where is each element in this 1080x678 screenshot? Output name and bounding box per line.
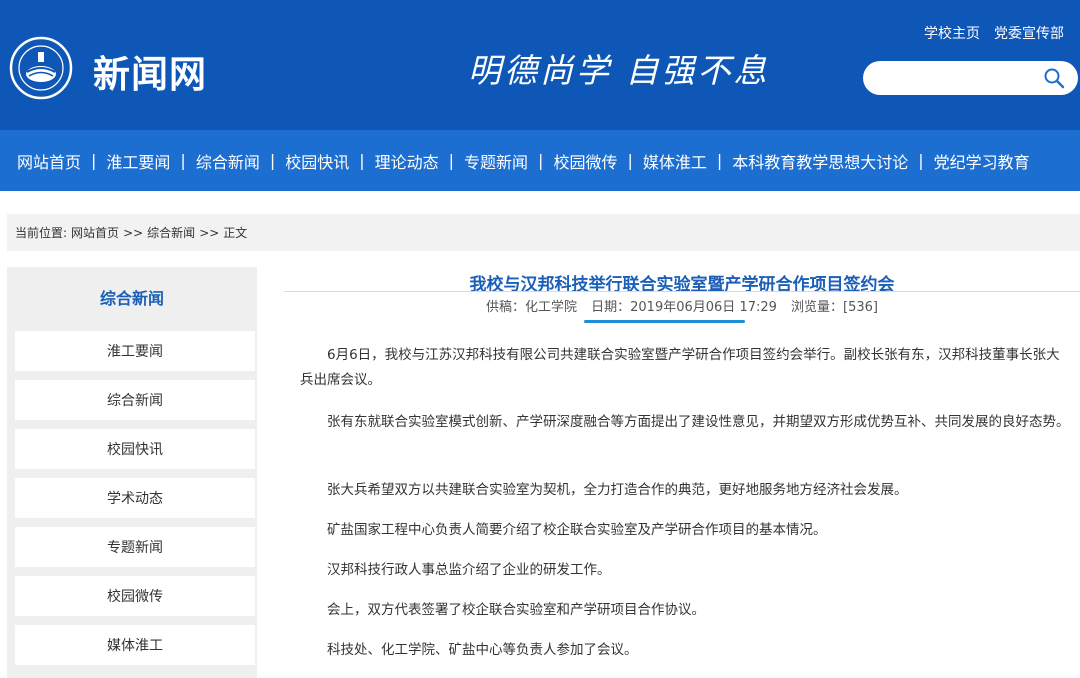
sidebar: 综合新闻 淮工要闻 综合新闻 校园快讯 学术动态 专题新闻 校园微传 媒体淮工 <box>7 267 257 678</box>
nav-item-theory[interactable]: 理论动态 <box>375 149 439 173</box>
nav-separator: | <box>91 151 97 170</box>
nav-item-undergrad-discussion[interactable]: 本科教育教学思想大讨论 <box>732 149 908 173</box>
nav-separator: | <box>627 151 633 170</box>
nav-item-special[interactable]: 专题新闻 <box>464 149 528 173</box>
nav-item-media[interactable]: 媒体淮工 <box>643 149 707 173</box>
site-header: 新闻网 明德尚学 自强不息 学校主页 党委宣传部 <box>0 0 1080 130</box>
search-box <box>863 61 1078 95</box>
nav-item-campus-micro[interactable]: 校园微传 <box>553 149 617 173</box>
article-paragraph: 会上，双方代表签署了校企联合实验室和产学研项目合作协议。 <box>327 602 705 618</box>
nav-item-party-discipline[interactable]: 党纪学习教育 <box>934 149 1030 173</box>
breadcrumb-prefix: 当前位置: <box>15 226 68 240</box>
date-highlight-underline <box>584 320 745 323</box>
university-emblem-icon[interactable] <box>9 36 73 100</box>
article-paragraph: 张有东就联合实验室模式创新、产学研深度融合等方面提出了建设性意见，并期望双方形成… <box>327 414 1070 430</box>
sidebar-item-huaigong-news[interactable]: 淮工要闻 <box>15 331 255 371</box>
article-paragraph: 科技处、化工学院、矿盐中心等负责人参加了会议。 <box>327 642 638 658</box>
title-divider <box>284 291 1080 292</box>
search-input[interactable] <box>877 68 1027 88</box>
article-date: 日期：2019年06月06日 17:29 <box>591 300 777 315</box>
nav-separator: | <box>918 151 924 170</box>
article-paragraph: 张大兵希望双方以共建联合实验室为契机，全力打造合作的典范，更好地服务地方经济社会… <box>327 482 908 498</box>
sidebar-item-general-news[interactable]: 综合新闻 <box>15 380 255 420</box>
site-name[interactable]: 新闻网 <box>93 44 207 98</box>
sidebar-item-campus-flash[interactable]: 校园快讯 <box>15 429 255 469</box>
breadcrumb-current: 正文 <box>223 226 248 240</box>
article-source: 供稿：化工学院 <box>485 300 577 315</box>
sidebar-item-campus-micro[interactable]: 校园微传 <box>15 576 255 616</box>
nav-separator: | <box>538 151 544 170</box>
nav-separator: | <box>359 151 365 170</box>
sidebar-item-academic[interactable]: 学术动态 <box>15 478 255 518</box>
nav-separator: | <box>448 151 455 170</box>
school-motto: 明德尚学 自强不息 <box>468 51 770 90</box>
article-paragraph: 汉邦科技行政人事总监介绍了企业的研发工作。 <box>327 562 611 578</box>
nav-separator: | <box>269 151 276 170</box>
article-meta: 供稿：化工学院 日期：2019年06月06日 17:29 浏览量：[536] <box>284 296 1080 315</box>
sidebar-title: 综合新闻 <box>99 289 164 308</box>
nav-item-huaigong-news[interactable]: 淮工要闻 <box>106 149 170 173</box>
main-nav: 网站首页 | 淮工要闻 | 综合新闻 | 校园快讯 | 理论动态 | 专题新闻 … <box>0 130 1080 191</box>
nav-separator: | <box>180 151 186 170</box>
top-links: 学校主页 党委宣传部 <box>924 23 1064 43</box>
breadcrumb-general-news[interactable]: 综合新闻 <box>147 224 195 241</box>
article-paragraph: 矿盐国家工程中心负责人简要介绍了校企联合实验室及产学研合作项目的基本情况。 <box>327 522 827 538</box>
nav-separator: | <box>716 151 723 170</box>
nav-item-campus-flash[interactable]: 校园快讯 <box>285 149 349 173</box>
article-views: 浏览量：[536] <box>791 300 879 315</box>
nav-item-general-news[interactable]: 综合新闻 <box>196 149 260 173</box>
search-icon[interactable] <box>1042 66 1066 90</box>
breadcrumb: 当前位置: 网站首页 >> 综合新闻 >> 正文 <box>7 214 1080 251</box>
breadcrumb-separator: >> <box>123 225 144 240</box>
link-school-home[interactable]: 学校主页 <box>924 23 980 43</box>
article-paragraph: 6月6日，我校与江苏汉邦科技有限公司共建联合实验室暨产学研合作项目签约会举行。副… <box>300 347 1060 388</box>
breadcrumb-home[interactable]: 网站首页 <box>71 224 119 241</box>
breadcrumb-separator: >> <box>199 225 220 240</box>
sidebar-item-special[interactable]: 专题新闻 <box>15 527 255 567</box>
sidebar-item-media[interactable]: 媒体淮工 <box>15 625 255 665</box>
link-publicity-dept[interactable]: 党委宣传部 <box>994 23 1064 43</box>
nav-item-home[interactable]: 网站首页 <box>17 149 81 173</box>
